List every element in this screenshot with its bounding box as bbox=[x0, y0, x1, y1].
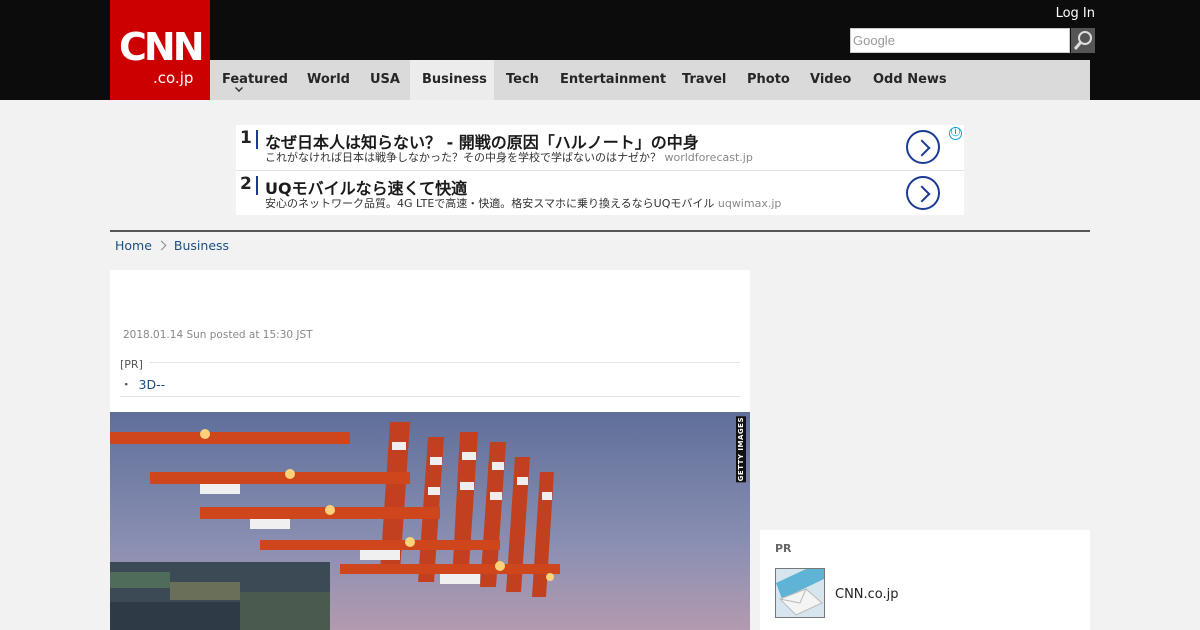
nav-label: USA bbox=[370, 72, 400, 87]
ad-description: 安心のネットワーク品質。4G LTEで高速・快適。格安スマホに乗り換えるならUQ… bbox=[265, 195, 781, 211]
divider bbox=[120, 362, 740, 363]
sidebar-pr-box: PR CNN.co.jp bbox=[760, 530, 1090, 630]
chevron-right-icon bbox=[156, 240, 167, 251]
nav-label: World bbox=[307, 72, 350, 87]
ad-description-text: これがなければ日本は戦争しなかった？その中身を学校で学ばないのはナゼか？ bbox=[265, 151, 661, 164]
login-link[interactable]: Log In bbox=[1056, 6, 1095, 21]
ad-divider bbox=[256, 176, 258, 195]
divider bbox=[120, 396, 740, 397]
article-card: 2018.01.14 Sun posted at 15:30 JST [PR] … bbox=[110, 270, 750, 630]
ad-number: 1 bbox=[240, 128, 252, 148]
logo-text: CNN bbox=[119, 25, 204, 69]
search-input[interactable]: Google bbox=[850, 28, 1070, 53]
pr-link[interactable]: ・ 3D-- bbox=[120, 374, 165, 393]
ad-description: これがなければ日本は戦争しなかった？その中身を学校で学ばないのはナゼか？ wor… bbox=[265, 149, 753, 165]
cnn-logo[interactable]: CNN .co.jp bbox=[110, 0, 210, 100]
pr-link-text[interactable]: 3D-- bbox=[139, 377, 166, 392]
nav-item-travel[interactable]: Travel bbox=[670, 60, 734, 100]
nav-item-odd-news[interactable]: Odd News bbox=[861, 60, 951, 100]
bullet: ・ bbox=[120, 377, 133, 392]
sidebar-item-name[interactable]: CNN.co.jp bbox=[835, 587, 899, 602]
nav-label: Entertainment bbox=[560, 72, 667, 87]
nav-item-photo[interactable]: Photo bbox=[735, 60, 795, 100]
nav-item-world[interactable]: World bbox=[295, 60, 355, 100]
article-dateline: 2018.01.14 Sun posted at 15:30 JST bbox=[123, 329, 313, 341]
nav-label: Photo bbox=[747, 72, 790, 87]
nav-label: Business bbox=[422, 72, 487, 87]
nav-item-usa[interactable]: USA bbox=[358, 60, 410, 100]
ad-banner: 1 なぜ日本人は知らない？ - 開戦の原因「ハルノート」の中身 これがなければ日… bbox=[236, 125, 964, 215]
ad-description-text: 安心のネットワーク品質。4G LTEで高速・快適。格安スマホに乗り換えるならUQ… bbox=[265, 197, 715, 210]
pr-label: [PR] bbox=[120, 358, 149, 371]
nav-label: Tech bbox=[506, 72, 539, 87]
ad-domain: worldforecast.jp bbox=[664, 151, 753, 164]
nav-item-entertainment[interactable]: Entertainment bbox=[548, 60, 670, 100]
breadcrumb-home[interactable]: Home bbox=[115, 238, 152, 253]
sidebar-thumbnail[interactable] bbox=[775, 568, 825, 618]
nav-label: Video bbox=[810, 72, 852, 87]
main-nav: Featured World USA Business Tech Enterta… bbox=[210, 60, 1090, 100]
ad-item[interactable]: 1 なぜ日本人は知らない？ - 開戦の原因「ハルノート」の中身 これがなければ日… bbox=[236, 125, 964, 170]
photo-credit: GETTY IMAGES bbox=[736, 416, 746, 483]
info-icon[interactable]: ⓘ bbox=[949, 127, 962, 140]
nav-item-tech[interactable]: Tech bbox=[494, 60, 546, 100]
nav-label: Odd News bbox=[873, 72, 947, 87]
nav-label: Travel bbox=[682, 72, 727, 87]
nav-item-business[interactable]: Business bbox=[410, 60, 494, 100]
chevron-right-icon[interactable] bbox=[906, 176, 940, 210]
sidebar-pr-label: PR bbox=[775, 542, 792, 555]
section-divider bbox=[110, 230, 1090, 232]
ad-number: 2 bbox=[240, 174, 252, 194]
breadcrumb: Home Business bbox=[115, 238, 229, 253]
article-photo bbox=[110, 412, 750, 630]
mail-icon bbox=[776, 569, 824, 617]
ad-item[interactable]: 2 UQモバイルなら速くて快適 安心のネットワーク品質。4G LTEで高速・快適… bbox=[236, 170, 964, 215]
search-button[interactable] bbox=[1071, 28, 1095, 53]
ad-divider bbox=[256, 130, 258, 149]
nav-item-video[interactable]: Video bbox=[798, 60, 858, 100]
ad-domain: uqwimax.jp bbox=[717, 197, 782, 210]
nav-item-featured[interactable]: Featured bbox=[210, 60, 294, 100]
logo-domain: .co.jp bbox=[153, 69, 194, 87]
search-icon bbox=[1073, 31, 1092, 50]
breadcrumb-business[interactable]: Business bbox=[174, 238, 229, 253]
chevron-right-icon[interactable] bbox=[906, 130, 940, 164]
nav-label: Featured bbox=[222, 72, 288, 87]
